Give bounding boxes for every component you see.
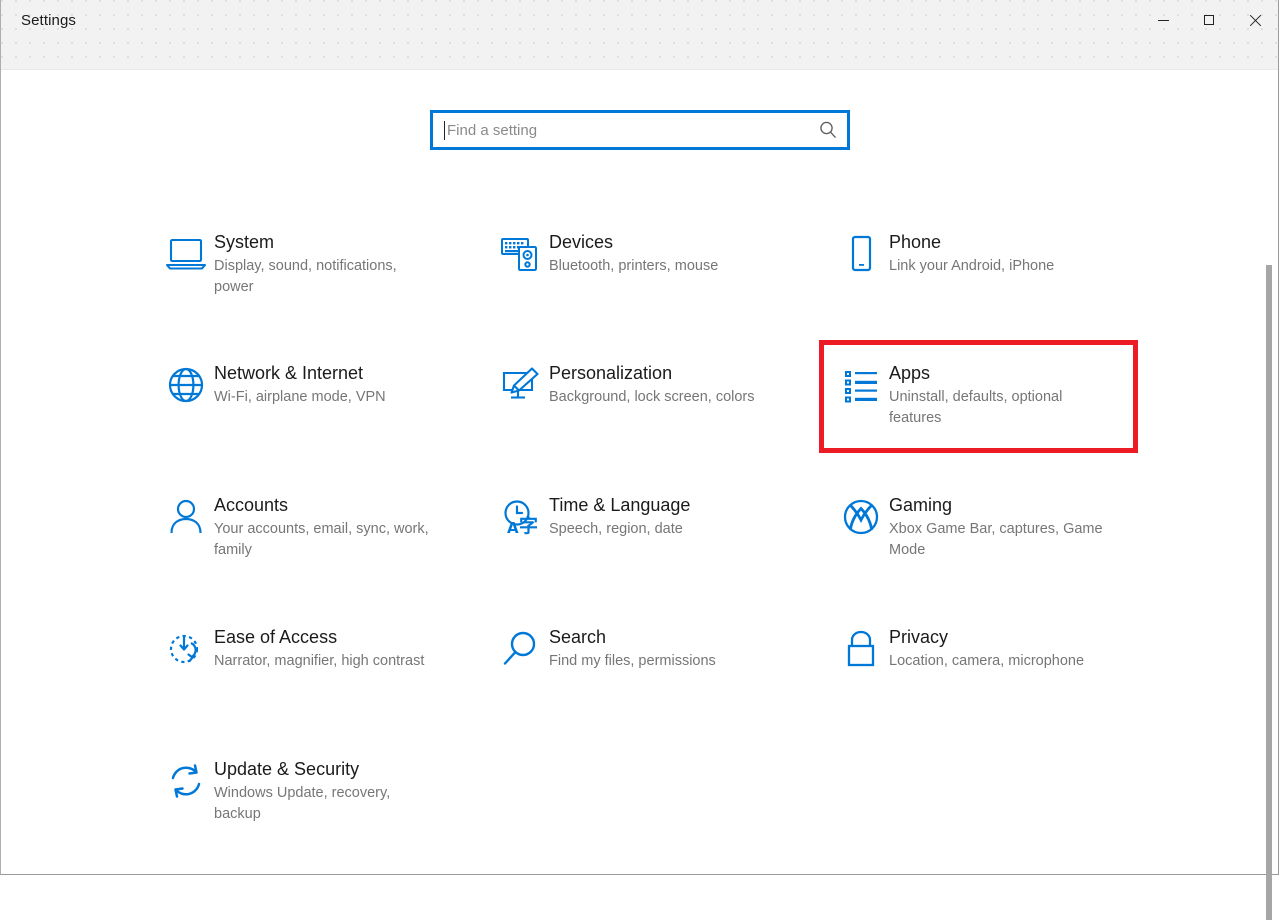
- tile-text: Gaming Xbox Game Bar, captures, Game Mod…: [889, 493, 1104, 561]
- tile-system[interactable]: System Display, sound, notifications, po…: [158, 230, 448, 298]
- tile-time-language[interactable]: A 字 Time & Language Speech, region, date: [493, 493, 783, 540]
- window-title: Settings: [21, 12, 76, 29]
- tile-update-security[interactable]: Update & Security Windows Update, recove…: [158, 757, 448, 825]
- tile-ease-of-access[interactable]: Ease of Access Narrator, magnifier, high…: [158, 625, 448, 672]
- svg-text:字: 字: [519, 514, 538, 537]
- tile-accounts[interactable]: Accounts Your accounts, email, sync, wor…: [158, 493, 448, 561]
- tile-devices[interactable]: Devices Bluetooth, printers, mouse: [493, 230, 783, 277]
- window-controls: [1140, 0, 1278, 40]
- tile-subtitle: Wi-Fi, airplane mode, VPN: [214, 387, 386, 408]
- tile-text: Privacy Location, camera, microphone: [889, 625, 1084, 672]
- tile-title: System: [214, 230, 429, 254]
- close-button[interactable]: [1232, 0, 1278, 40]
- tile-personalization[interactable]: Personalization Background, lock screen,…: [493, 361, 783, 408]
- tile-subtitle: Background, lock screen, colors: [549, 387, 755, 408]
- vertical-scrollbar[interactable]: [1261, 70, 1277, 874]
- tile-phone[interactable]: Phone Link your Android, iPhone: [833, 230, 1123, 277]
- tile-text: Update & Security Windows Update, recove…: [214, 757, 429, 825]
- tile-title: Accounts: [214, 493, 429, 517]
- text-caret: [444, 121, 445, 140]
- tile-title: Personalization: [549, 361, 755, 385]
- xbox-icon: [833, 493, 889, 537]
- tile-title: Apps: [889, 361, 1104, 385]
- tile-subtitle: Your accounts, email, sync, work, family: [214, 519, 429, 561]
- tile-title: Devices: [549, 230, 718, 254]
- tile-subtitle: Find my files, permissions: [549, 651, 716, 672]
- svg-text:A: A: [507, 519, 519, 537]
- tile-title: Network & Internet: [214, 361, 386, 385]
- maximize-button[interactable]: [1186, 0, 1232, 40]
- search-input[interactable]: [433, 113, 809, 147]
- tile-title: Ease of Access: [214, 625, 424, 649]
- tile-subtitle: Bluetooth, printers, mouse: [549, 256, 718, 277]
- search-icon[interactable]: [809, 120, 847, 140]
- monitor-brush-icon: [493, 361, 549, 405]
- tile-title: Privacy: [889, 625, 1084, 649]
- tile-text: Personalization Background, lock screen,…: [549, 361, 755, 408]
- title-bar: Settings: [1, 0, 1278, 70]
- tile-subtitle: Xbox Game Bar, captures, Game Mode: [889, 519, 1104, 561]
- tile-gaming[interactable]: Gaming Xbox Game Bar, captures, Game Mod…: [833, 493, 1123, 561]
- tile-text: Accounts Your accounts, email, sync, wor…: [214, 493, 429, 561]
- clock-language-icon: A 字: [493, 493, 549, 537]
- tile-subtitle: Uninstall, defaults, optional features: [889, 387, 1104, 429]
- tile-subtitle: Link your Android, iPhone: [889, 256, 1054, 277]
- tile-privacy[interactable]: Privacy Location, camera, microphone: [833, 625, 1123, 672]
- minimize-icon: [1158, 20, 1169, 21]
- tile-network-internet[interactable]: Network & Internet Wi-Fi, airplane mode,…: [158, 361, 448, 408]
- tile-apps[interactable]: Apps Uninstall, defaults, optional featu…: [833, 361, 1123, 429]
- globe-icon: [158, 361, 214, 405]
- settings-window: Settings: [0, 0, 1279, 875]
- tile-text: System Display, sound, notifications, po…: [214, 230, 429, 298]
- smartphone-icon: [833, 230, 889, 274]
- tile-text: Network & Internet Wi-Fi, airplane mode,…: [214, 361, 386, 408]
- tile-title: Gaming: [889, 493, 1104, 517]
- tile-text: Devices Bluetooth, printers, mouse: [549, 230, 718, 277]
- bullet-list-icon: [833, 361, 889, 405]
- person-icon: [158, 493, 214, 537]
- tile-search[interactable]: Search Find my files, permissions: [493, 625, 783, 672]
- laptop-icon: [158, 230, 214, 274]
- tile-subtitle: Windows Update, recovery, backup: [214, 783, 429, 825]
- scrollbar-thumb[interactable]: [1266, 265, 1272, 920]
- tile-title: Update & Security: [214, 757, 429, 781]
- minimize-button[interactable]: [1140, 0, 1186, 40]
- tile-subtitle: Speech, region, date: [549, 519, 690, 540]
- tile-text: Time & Language Speech, region, date: [549, 493, 690, 540]
- accessibility-clock-icon: [158, 625, 214, 669]
- refresh-icon: [158, 757, 214, 801]
- magnifier-icon: [493, 625, 549, 669]
- search-box[interactable]: [430, 110, 850, 150]
- tile-subtitle: Narrator, magnifier, high contrast: [214, 651, 424, 672]
- maximize-icon: [1204, 15, 1214, 25]
- close-icon: [1249, 14, 1261, 26]
- tile-text: Phone Link your Android, iPhone: [889, 230, 1054, 277]
- keyboard-speaker-icon: [493, 230, 549, 274]
- tile-text: Apps Uninstall, defaults, optional featu…: [889, 361, 1104, 429]
- settings-grid: System Display, sound, notifications, po…: [1, 196, 1241, 856]
- tile-text: Ease of Access Narrator, magnifier, high…: [214, 625, 424, 672]
- tile-subtitle: Display, sound, notifications, power: [214, 256, 429, 298]
- tile-text: Search Find my files, permissions: [549, 625, 716, 672]
- search-input-wrap: [433, 113, 809, 147]
- tile-title: Search: [549, 625, 716, 649]
- lock-icon: [833, 625, 889, 669]
- tile-title: Time & Language: [549, 493, 690, 517]
- tile-subtitle: Location, camera, microphone: [889, 651, 1084, 672]
- tile-title: Phone: [889, 230, 1054, 254]
